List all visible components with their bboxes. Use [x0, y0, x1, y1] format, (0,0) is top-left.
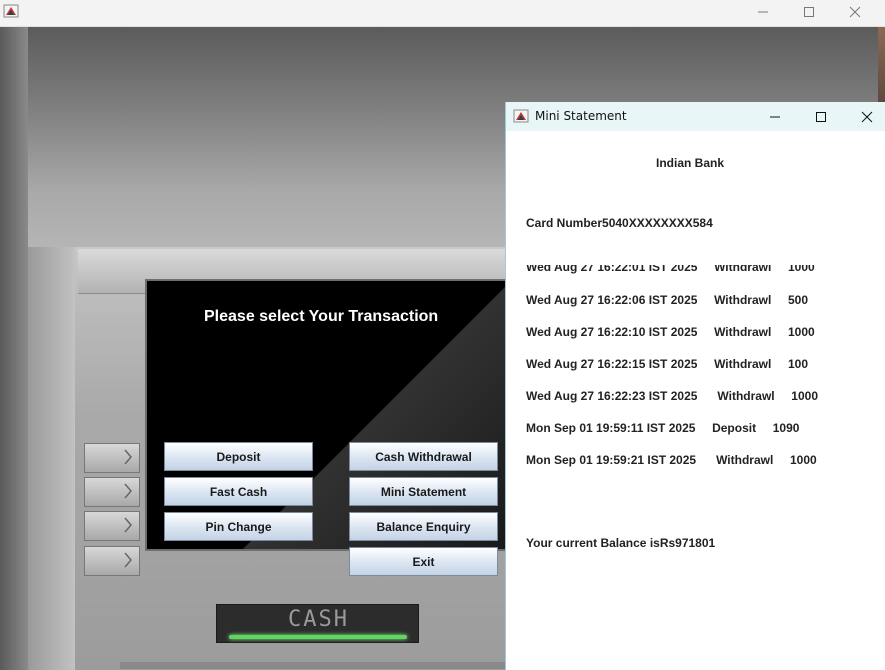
exit-button[interactable]: Exit: [349, 547, 498, 576]
transaction-row: Mon Sep 01 19:59:11 IST 2025 Deposit 109…: [526, 421, 800, 435]
atm-side-key-3[interactable]: [84, 511, 140, 541]
transaction-row: Wed Aug 27 16:22:06 IST 2025 Withdrawl 5…: [526, 293, 808, 307]
close-icon: [849, 6, 861, 18]
cash-label: CASH: [288, 607, 349, 632]
mini-statement-title: Mini Statement: [535, 109, 627, 123]
transaction-row: Wed Aug 27 16:22:23 IST 2025 Withdrawl 1…: [526, 389, 819, 403]
atm-side-key-4[interactable]: [84, 546, 140, 576]
current-balance: Your current Balance isRs971801: [526, 536, 716, 550]
atm-screen-title: Please select Your Transaction: [204, 308, 439, 325]
transaction-row: Wed Aug 27 16:22:15 IST 2025 Withdrawl 1…: [526, 357, 808, 371]
main-window-titlebar[interactable]: [0, 0, 885, 27]
atm-left-wall: [0, 27, 28, 670]
chevron-right-icon: [124, 552, 132, 568]
fast-cash-button[interactable]: Fast Cash: [164, 477, 313, 506]
cash-withdrawal-button[interactable]: Cash Withdrawal: [349, 442, 498, 471]
atm-side-key-1[interactable]: [84, 443, 140, 473]
atm-bottom-ledge: [120, 662, 520, 669]
chevron-right-icon: [124, 449, 132, 465]
transaction-row: Wed Aug 27 16:22:10 IST 2025 Withdrawl 1…: [526, 325, 815, 339]
atm-side-key-2[interactable]: [84, 477, 140, 507]
mini-statement-titlebar[interactable]: Mini Statement: [506, 102, 885, 131]
balance-enquiry-button[interactable]: Balance Enquiry: [349, 512, 498, 541]
card-number: Card Number5040XXXXXXXX584: [526, 216, 713, 230]
bank-name: Indian Bank: [656, 156, 725, 170]
cash-indicator-light: [229, 635, 407, 639]
main-maximize-button[interactable]: [786, 0, 832, 24]
desktop-background-edge: [878, 27, 885, 102]
transaction-row: Wed Aug 27 16:22:01 IST 2025 Withdrawl 1…: [526, 265, 815, 274]
mini-minimize-button[interactable]: [752, 102, 798, 131]
maximize-icon: [804, 7, 814, 17]
transaction-list: Wed Aug 27 16:22:01 IST 2025 Withdrawl 1…: [506, 265, 885, 479]
mini-statement-window: Mini Statement Indian Bank Card Number50…: [505, 102, 885, 670]
mini-maximize-button[interactable]: [798, 102, 844, 131]
main-minimize-button[interactable]: [740, 0, 786, 24]
mini-statement-button[interactable]: Mini Statement: [349, 477, 498, 506]
minimize-icon: [758, 11, 768, 13]
cash-dispenser-slot: CASH: [216, 604, 419, 643]
chevron-right-icon: [124, 483, 132, 499]
transaction-row: Mon Sep 01 19:59:21 IST 2025 Withdrawl 1…: [526, 453, 817, 467]
java-app-icon: [513, 109, 529, 123]
atm-screen: Please select Your Transaction: [147, 281, 505, 549]
minimize-icon: [770, 116, 780, 117]
pin-change-button[interactable]: Pin Change: [164, 512, 313, 541]
chevron-right-icon: [124, 517, 132, 533]
java-app-icon: [3, 4, 19, 18]
mini-close-button[interactable]: [844, 102, 885, 131]
deposit-button[interactable]: Deposit: [164, 442, 313, 471]
close-icon: [861, 111, 873, 122]
maximize-icon: [816, 111, 826, 122]
main-close-button[interactable]: [832, 0, 878, 24]
atm-panel-left: [28, 247, 75, 670]
